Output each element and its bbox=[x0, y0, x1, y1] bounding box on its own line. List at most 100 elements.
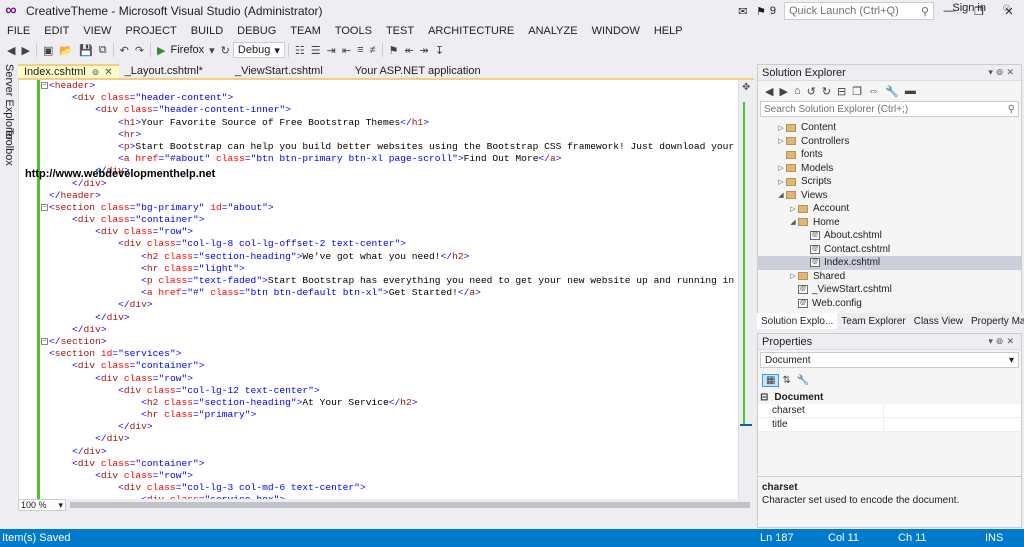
tree-item[interactable]: ▷ Models bbox=[758, 162, 1021, 176]
tab-layout-cshtml[interactable]: _Layout.cshtml* bbox=[119, 64, 209, 78]
configuration-select[interactable]: Debug ▾ bbox=[232, 42, 285, 58]
code-line[interactable]: <div class="container"> bbox=[49, 458, 754, 470]
property-pages-icon[interactable]: 🔧 bbox=[794, 375, 812, 386]
next-bookmark-icon[interactable]: ↠ bbox=[417, 44, 432, 57]
clear-bookmarks-icon[interactable]: ↧ bbox=[432, 44, 447, 57]
code-line[interactable]: <div class="header-content"> bbox=[49, 92, 754, 104]
solution-explorer-search[interactable]: Search Solution Explorer (Ctrl+;) ⚲ bbox=[760, 101, 1019, 117]
comment-out-icon[interactable]: ≡ bbox=[354, 44, 366, 56]
collapsed-arrow-icon[interactable]: ▷ bbox=[788, 272, 798, 280]
menu-item-build[interactable]: BUILD bbox=[184, 25, 230, 37]
comment-icon[interactable]: ☰ bbox=[308, 44, 324, 57]
undo-icon[interactable]: ↶ bbox=[117, 44, 132, 57]
menu-item-view[interactable]: VIEW bbox=[76, 25, 118, 37]
dropdown-icon[interactable]: ▾ bbox=[988, 336, 996, 346]
expanded-arrow-icon[interactable]: ◢ bbox=[776, 191, 786, 199]
refresh-icon[interactable]: ↻ bbox=[218, 44, 233, 57]
close-icon[interactable]: ✕ bbox=[1006, 67, 1017, 77]
property-category[interactable]: ⊟ Document bbox=[758, 390, 1021, 404]
collapsed-arrow-icon[interactable]: ▷ bbox=[776, 178, 786, 186]
new-project-icon[interactable]: ▣ bbox=[40, 44, 56, 57]
back-icon[interactable]: ◀ bbox=[762, 85, 776, 98]
code-line[interactable]: <h2 class="section-heading">We've got wh… bbox=[49, 251, 754, 263]
code-line[interactable]: <div class="col-lg-12 text-center"> bbox=[49, 385, 754, 397]
menu-item-architecture[interactable]: ARCHITECTURE bbox=[421, 25, 521, 37]
outdent-icon[interactable]: ⇤ bbox=[339, 44, 354, 57]
code-line[interactable]: </div> bbox=[49, 433, 754, 445]
notifications-icon[interactable]: ⚑ bbox=[752, 5, 770, 18]
back-icon[interactable]: ◀ bbox=[4, 44, 18, 57]
categorized-icon[interactable]: ▦ bbox=[762, 373, 780, 387]
collapse-icon[interactable]: ⊟ bbox=[760, 392, 768, 403]
code-line[interactable]: <div class="header-content-inner"> bbox=[49, 104, 754, 116]
collapsed-arrow-icon[interactable]: ▷ bbox=[776, 137, 786, 145]
code-line[interactable]: </div> bbox=[49, 324, 754, 336]
code-line[interactable]: <div class="row"> bbox=[49, 226, 754, 238]
code-line[interactable]: <a href="#about" class="btn btn-primary … bbox=[49, 153, 754, 165]
properties-icon[interactable]: 🔧 bbox=[882, 85, 902, 98]
tab-aspnet-application[interactable]: Your ASP.NET application bbox=[349, 64, 487, 78]
code-line[interactable]: <p>Start Bootstrap can help you build be… bbox=[49, 141, 754, 153]
tab-solution-explorer[interactable]: Solution Explo... bbox=[757, 313, 838, 329]
code-line[interactable]: <div class="col-lg-3 col-md-6 text-cente… bbox=[49, 482, 754, 494]
collapsed-arrow-icon[interactable]: ▷ bbox=[776, 124, 786, 132]
menu-item-help[interactable]: HELP bbox=[647, 25, 690, 37]
menu-item-file[interactable]: FILE bbox=[0, 25, 37, 37]
code-line[interactable]: <a href="#" class="btn btn-default btn-x… bbox=[49, 287, 754, 299]
indent-icon[interactable]: ⇥ bbox=[324, 44, 339, 57]
menu-item-edit[interactable]: EDIT bbox=[37, 25, 76, 37]
code-line[interactable]: <hr> bbox=[49, 129, 754, 141]
pin-icon[interactable]: ⊚ bbox=[996, 67, 1007, 77]
code-line[interactable]: <div class="row"> bbox=[49, 373, 754, 385]
open-file-icon[interactable]: 📂 bbox=[56, 44, 76, 57]
toolbox-tab[interactable]: Toolbox bbox=[3, 128, 15, 166]
editor-vertical-scrollbar[interactable]: ✥ bbox=[738, 80, 754, 499]
pin-icon[interactable]: ⊚ bbox=[92, 67, 100, 78]
notification-count[interactable]: 9 bbox=[770, 5, 776, 17]
tree-item[interactable]: ▷ Shared bbox=[758, 270, 1021, 284]
outline-collapse-icon[interactable]: − bbox=[41, 204, 48, 211]
menu-item-team[interactable]: TEAM bbox=[283, 25, 328, 37]
tree-item[interactable]: ▷ Scripts bbox=[758, 175, 1021, 189]
uncomment-icon[interactable]: ≠ bbox=[367, 44, 379, 56]
tab-index-cshtml[interactable]: Index.cshtml ⊚ ✕ bbox=[18, 64, 119, 78]
code-line[interactable]: </section> bbox=[49, 336, 754, 348]
browser-selector[interactable]: Firefox bbox=[169, 44, 207, 56]
tree-item[interactable]: fonts bbox=[758, 148, 1021, 162]
code-line[interactable]: <h2 class="section-heading">At Your Serv… bbox=[49, 397, 754, 409]
tab-property-manager[interactable]: Property Mana... bbox=[967, 313, 1024, 329]
outline-collapse-icon[interactable]: − bbox=[41, 338, 48, 346]
forward-icon[interactable]: ▶ bbox=[776, 85, 790, 98]
close-icon[interactable]: ✕ bbox=[1006, 336, 1017, 346]
tree-item[interactable]: @ _ViewStart.cshtml bbox=[758, 283, 1021, 297]
menu-item-project[interactable]: PROJECT bbox=[118, 25, 183, 37]
tree-item[interactable]: @ About.cshtml bbox=[758, 229, 1021, 243]
chevron-down-icon[interactable]: ▾ bbox=[206, 44, 218, 57]
sign-in-link[interactable]: Sign in bbox=[952, 2, 986, 14]
code-line[interactable]: <header> bbox=[49, 80, 754, 92]
tab-team-explorer[interactable]: Team Explorer bbox=[837, 313, 909, 329]
code-line[interactable]: </div> bbox=[49, 421, 754, 433]
find-icon[interactable]: ☷ bbox=[292, 44, 308, 57]
feedback-icon[interactable]: ✉ bbox=[734, 5, 752, 18]
menu-item-analyze[interactable]: ANALYZE bbox=[521, 25, 584, 37]
outline-collapse-icon[interactable]: − bbox=[41, 82, 48, 89]
menu-item-window[interactable]: WINDOW bbox=[585, 25, 647, 37]
code-line[interactable]: <h1>Your Favorite Source of Free Bootstr… bbox=[49, 117, 754, 129]
code-line[interactable]: <div class="container"> bbox=[49, 360, 754, 372]
property-row-title[interactable]: title bbox=[758, 417, 1021, 432]
home-icon[interactable]: ⌂ bbox=[791, 85, 804, 97]
code-line[interactable]: <hr class="light"> bbox=[49, 263, 754, 275]
code-line[interactable]: <section id="services"> bbox=[49, 348, 754, 360]
code-line[interactable]: </div> bbox=[49, 312, 754, 324]
pin-icon[interactable]: ⊚ bbox=[996, 336, 1007, 346]
show-all-files-icon[interactable]: ❐ bbox=[849, 85, 865, 98]
tree-item[interactable]: ▷ Controllers bbox=[758, 135, 1021, 149]
preview-icon[interactable]: ▬ bbox=[902, 85, 919, 97]
code-line[interactable]: <p class="text-faded">Start Bootstrap ha… bbox=[49, 275, 754, 287]
code-line[interactable]: </div> bbox=[49, 299, 754, 311]
menu-item-debug[interactable]: DEBUG bbox=[230, 25, 283, 37]
zoom-select[interactable]: 100 % ▾ bbox=[18, 499, 66, 511]
code-line[interactable]: <section class="bg-primary" id="about"> bbox=[49, 202, 754, 214]
expanded-arrow-icon[interactable]: ◢ bbox=[788, 218, 798, 226]
